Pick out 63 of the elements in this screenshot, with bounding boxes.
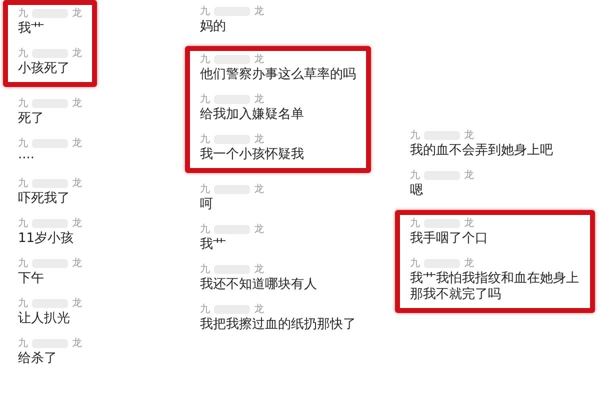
message-text: 我艹我怕我指纹和血在她身上那我不就完了吗 <box>410 271 580 303</box>
sender-name: 九 <box>18 8 28 19</box>
sender-name: 龙 <box>72 8 82 19</box>
message-text: 11岁小孩 <box>18 231 75 247</box>
message-text: 我艹 <box>200 237 227 253</box>
sender-name: 龙 <box>254 184 264 195</box>
sender-name: 龙 <box>72 298 82 309</box>
message-text: ···· <box>18 151 36 167</box>
message-text: 死了 <box>18 111 45 127</box>
sender-name: 龙 <box>254 6 264 17</box>
message-text: 吓死我了 <box>18 191 71 207</box>
message-text: 他们警察办事这么草率的吗 <box>200 67 356 83</box>
sender-name: 九 <box>200 94 210 105</box>
message-text: 妈的 <box>200 19 227 35</box>
message-text: 给杀了 <box>18 351 58 367</box>
sender-name: 九 <box>200 54 210 65</box>
sender-name: 龙 <box>254 264 264 275</box>
message-text: 我把我擦过血的纸扔那快了 <box>200 317 356 333</box>
sender-name: 九 <box>200 134 210 145</box>
sender-name: 龙 <box>464 130 474 141</box>
sender-name: 龙 <box>464 218 474 229</box>
sender-name: 龙 <box>254 54 264 65</box>
sender-name: 九 <box>200 264 210 275</box>
sender-name: 龙 <box>72 218 82 229</box>
message-text: 下午 <box>18 271 45 287</box>
sender-name: 龙 <box>72 98 82 109</box>
sender-name: 龙 <box>72 178 82 189</box>
sender-name: 龙 <box>464 258 474 269</box>
message-text: 我还不知道哪块有人 <box>200 277 318 293</box>
sender-name: 九 <box>200 184 210 195</box>
message-text: 让人扒光 <box>18 311 71 327</box>
sender-name: 九 <box>18 258 28 269</box>
sender-name: 龙 <box>464 170 474 181</box>
sender-name: 九 <box>200 304 210 315</box>
sender-name: 九 <box>18 338 28 349</box>
sender-name: 九 <box>18 298 28 309</box>
sender-name: 九 <box>200 6 210 17</box>
message-text: 小孩死了 <box>18 61 71 77</box>
sender-name: 九 <box>200 224 210 235</box>
sender-name: 九 <box>18 98 28 109</box>
sender-name: 龙 <box>72 338 82 349</box>
message-text: 呵 <box>200 197 214 213</box>
sender-name: 九 <box>410 130 420 141</box>
sender-name: 龙 <box>254 304 264 315</box>
sender-name: 九 <box>410 170 420 181</box>
sender-name: 龙 <box>72 48 82 59</box>
sender-name: 九 <box>410 258 420 269</box>
sender-name: 龙 <box>254 224 264 235</box>
message-text: 我手咽了个口 <box>410 231 489 247</box>
sender-name: 龙 <box>72 138 82 149</box>
sender-name: 九 <box>410 218 420 229</box>
sender-name: 九 <box>18 178 28 189</box>
message-text: 给我加入嫌疑名单 <box>200 107 305 123</box>
message-text: 我的血不会弄到她身上吧 <box>410 143 553 159</box>
sender-name: 龙 <box>254 134 264 145</box>
message-text: 我艹 <box>18 21 45 37</box>
sender-name: 九 <box>18 48 28 59</box>
sender-name: 九 <box>18 138 28 149</box>
sender-name: 九 <box>18 218 28 229</box>
message-text: 嗯 <box>410 183 424 199</box>
message-text: 我一个小孩怀疑我 <box>200 147 305 163</box>
sender-name: 龙 <box>72 258 82 269</box>
sender-name: 龙 <box>254 94 264 105</box>
